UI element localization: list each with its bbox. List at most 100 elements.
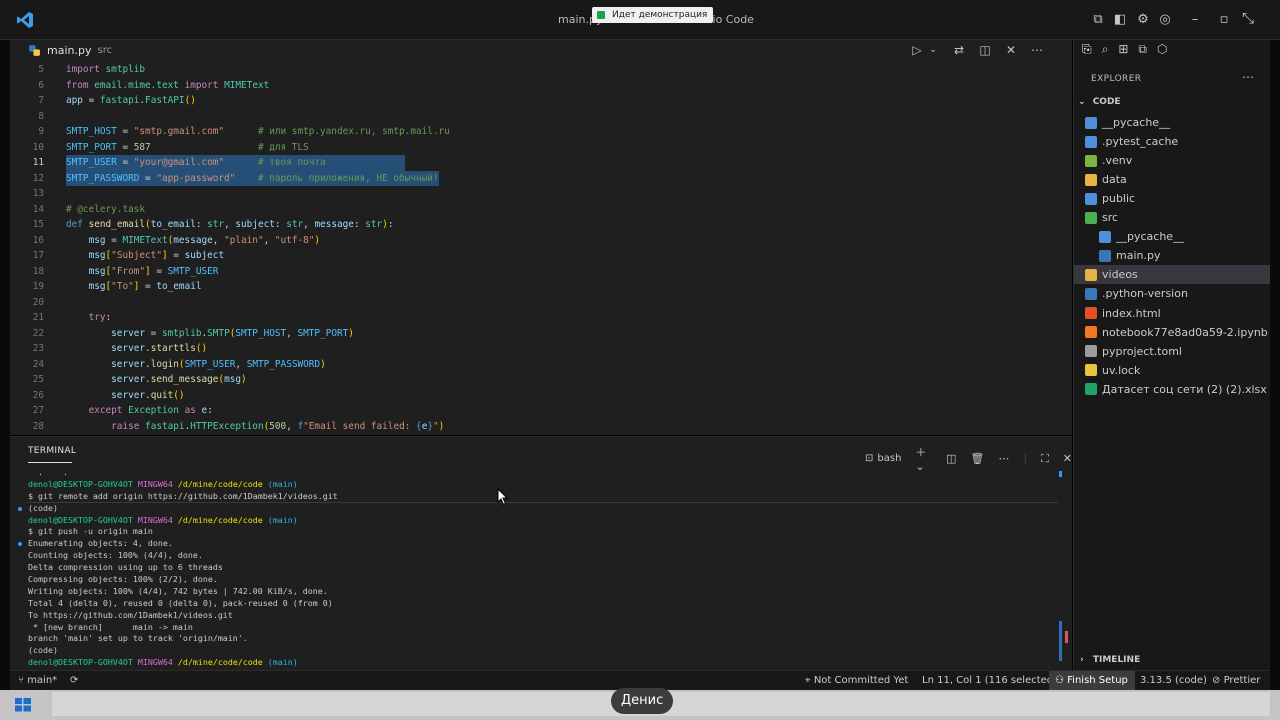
terminal-line: $ git remote add origin https://github.c… — [28, 491, 1058, 503]
settings-gear-icon[interactable]: ⚙ — [1135, 12, 1151, 28]
terminal-line: Counting objects: 100% (4/4), done. — [28, 550, 203, 561]
line-number: 28 — [32, 420, 44, 432]
close-editor-icon[interactable]: ✕ — [1004, 43, 1018, 57]
source-control-view-icon[interactable]: ⧉ — [1138, 42, 1147, 57]
maximize-panel-icon[interactable]: ⛶ — [1041, 452, 1049, 466]
explorer-view-icon[interactable]: ⎘ — [1082, 42, 1092, 57]
exit-fullscreen-icon[interactable]: ⤡ — [1240, 10, 1256, 26]
code-line: 19 msg["To"] = to_email — [10, 279, 1060, 295]
line-number: 21 — [32, 312, 44, 323]
code-line: 20 — [10, 295, 1060, 311]
explorer-item[interactable]: public — [1074, 189, 1270, 208]
notebook-file-icon — [1085, 326, 1097, 339]
kill-terminal-icon[interactable]: 🗑 — [970, 452, 984, 465]
screen-share-badge: Идет демонстрация — [592, 7, 714, 23]
terminal-output[interactable]: . . denol@DESKTOP-GOHV4OT MINGW64 /d/min… — [18, 467, 1058, 681]
timeline-section-header[interactable]: › TIMELINE — [1080, 655, 1140, 665]
tab-label: main.py — [47, 43, 92, 57]
branch-status[interactable]: ⑂ main* — [18, 675, 57, 686]
timeline-label: TIMELINE — [1092, 655, 1141, 665]
code-line: 23 server.starttls() — [10, 341, 1060, 357]
prettier-status[interactable]: ⊘ Prettier — [1212, 675, 1260, 686]
minimize-icon[interactable]: – — [1187, 12, 1203, 28]
code-text: server = smtplib.SMTP(SMTP_HOST, SMTP_PO… — [111, 327, 354, 339]
tab-main-py[interactable]: main.py src — [10, 40, 112, 60]
command-decoration-icon[interactable] — [18, 506, 22, 511]
explorer-item[interactable]: pyproject.toml — [1074, 342, 1270, 361]
explorer-title: EXPLORER — [1091, 74, 1142, 84]
sync-icon[interactable]: ⟳ — [70, 675, 78, 686]
explorer-item-label: videos — [1102, 268, 1138, 282]
editor-actions: ▷ ⌄ ⇄ ◫ ✕ ⋯ — [910, 40, 1044, 60]
terminal-shell-selector[interactable]: ⊡ bash — [865, 453, 901, 464]
explorer-item[interactable]: uv.lock — [1074, 361, 1270, 380]
terminal-tab[interactable]: TERMINAL — [28, 446, 76, 463]
line-number: 18 — [32, 265, 44, 277]
code-line: 7 app = fastapi.FastAPI() — [10, 93, 1060, 109]
python-interpreter[interactable]: 3.13.5 (code) — [1140, 675, 1207, 686]
explorer-item[interactable]: __pycache__ — [1074, 113, 1270, 132]
cursor-position[interactable]: Ln 11, Col 1 (116 selected) — [922, 675, 1057, 686]
code-line: 6 from email.mime.text import MIMEText — [10, 78, 1060, 94]
code-line: 26 server.quit() — [10, 388, 1060, 404]
terminal-separator: | — [1023, 452, 1028, 465]
run-python-icon[interactable]: ▷ — [910, 43, 924, 57]
toggle-secondary-sidebar-icon[interactable]: ◧ — [1112, 12, 1128, 28]
split-terminal-icon[interactable]: ◫ — [946, 452, 956, 465]
explorer-item-label: __pycache__ — [1116, 230, 1185, 244]
code-editor[interactable]: 5 import smtplib 6 from email.mime.text im… — [10, 62, 1072, 435]
explorer-item[interactable]: notebook77e8ad0a59-2.ipynb — [1074, 323, 1270, 342]
code-text: from email.mime.text import MIMEText — [66, 79, 270, 91]
explorer-item[interactable]: src — [1074, 208, 1270, 227]
code-text: server.quit() — [111, 389, 185, 401]
code-text: server.send_message(msg) — [111, 374, 247, 385]
git-blame-status[interactable]: ⌖ Not Committed Yet — [805, 675, 908, 686]
tab-description: src — [97, 44, 113, 56]
copilot-chat-icon[interactable]: ⧉ — [1090, 12, 1106, 28]
prettier-check-icon: ⊘ — [1212, 675, 1221, 686]
windows-start-icon[interactable] — [14, 697, 32, 713]
vscode-logo-icon — [17, 12, 33, 28]
explorer-item[interactable]: Датасет соц сети (2) (2).xlsx — [1074, 380, 1270, 399]
explorer-item[interactable]: data — [1074, 170, 1270, 189]
folder-python-icon — [1099, 230, 1111, 243]
open-changes-icon[interactable]: ⇄ — [952, 43, 966, 57]
line-number: 12 — [32, 172, 44, 184]
explorer-item[interactable]: .pytest_cache — [1074, 132, 1270, 151]
code-text: try: — [88, 312, 112, 323]
command-decoration-icon[interactable] — [18, 542, 22, 547]
explorer-item[interactable]: __pycache__ — [1074, 227, 1270, 246]
explorer-item[interactable]: main.py — [1074, 246, 1270, 265]
explorer-item[interactable]: .venv — [1074, 151, 1270, 170]
code-text: msg = MIMEText(message, "plain", "utf-8"… — [88, 234, 321, 246]
code-line: 5 import smtplib — [10, 62, 1060, 78]
explorer-item[interactable]: videos — [1074, 265, 1270, 285]
close-panel-icon[interactable]: ✕ — [1063, 452, 1072, 465]
code-line: 10 SMTP_PORT = 587 # для TLS — [10, 140, 1060, 156]
split-editor-icon[interactable]: ◫ — [978, 43, 992, 57]
line-number: 22 — [32, 327, 44, 339]
containers-view-icon[interactable]: ⬡ — [1157, 42, 1167, 57]
folder-venv-icon — [1085, 154, 1097, 167]
mouse-pointer-icon — [497, 488, 509, 506]
terminal-scrollbar[interactable] — [1059, 471, 1068, 667]
explorer-item-label: .pytest_cache — [1102, 135, 1179, 149]
search-view-icon[interactable]: ⌕ — [1102, 42, 1109, 57]
code-text: server.starttls() — [111, 343, 208, 354]
screen-share-label: Идет демонстрация — [612, 10, 708, 20]
explorer-item[interactable]: index.html — [1074, 304, 1270, 323]
line-number: 14 — [32, 203, 44, 215]
restore-icon[interactable]: ▫ — [1216, 12, 1232, 28]
account-icon[interactable]: ◎ — [1157, 12, 1173, 28]
explorer-more-icon[interactable]: ⋯ — [1242, 70, 1254, 84]
terminal-more-icon[interactable]: ⋯ — [998, 452, 1009, 465]
finish-setup-button[interactable]: ⚇ Finish Setup — [1049, 671, 1135, 690]
code-line: 28 raise fastapi.HTTPException(500, f"Em… — [10, 419, 1060, 435]
more-actions-icon[interactable]: ⋯ — [1030, 43, 1044, 57]
run-dropdown-icon[interactable]: ⌄ — [926, 45, 940, 55]
explorer-item[interactable]: .python-version — [1074, 284, 1270, 303]
terminal-line: * [new branch] main -> main — [28, 621, 193, 632]
line-number: 13 — [32, 188, 44, 199]
extensions-view-icon[interactable]: ⊞ — [1118, 42, 1128, 57]
workspace-root-header[interactable]: ⌄ CODE — [1078, 97, 1121, 107]
